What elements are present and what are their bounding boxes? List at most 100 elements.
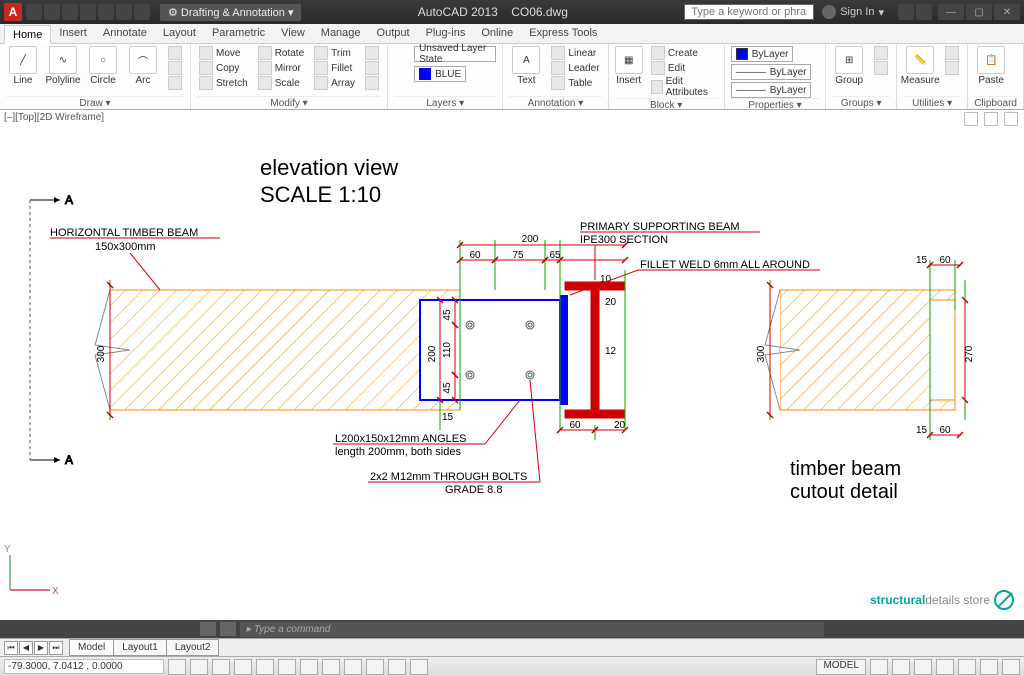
- editattr-button[interactable]: Edit Attributes: [649, 76, 718, 98]
- table-button[interactable]: Table: [549, 76, 601, 90]
- isolate-icon[interactable]: [980, 659, 998, 675]
- panel-layers-title[interactable]: Layers ▾: [394, 96, 496, 109]
- osnap-toggle[interactable]: [256, 659, 274, 675]
- trim-button[interactable]: Trim: [312, 46, 357, 60]
- explode-button[interactable]: [363, 61, 381, 75]
- tab-layout1[interactable]: Layout1: [113, 639, 167, 656]
- copy-button[interactable]: Copy: [197, 61, 250, 75]
- tab-insert[interactable]: Insert: [51, 24, 95, 43]
- move-button[interactable]: Move: [197, 46, 250, 60]
- tab-annotate[interactable]: Annotate: [95, 24, 155, 43]
- line-button[interactable]: ╱Line: [6, 46, 40, 86]
- exchange-icon[interactable]: [898, 4, 914, 20]
- measure-button[interactable]: 📏Measure: [903, 46, 937, 86]
- snap-toggle[interactable]: [168, 659, 186, 675]
- tab-model[interactable]: Model: [69, 639, 114, 656]
- command-input[interactable]: ▸ Type a command: [240, 622, 824, 637]
- tab-manage[interactable]: Manage: [313, 24, 369, 43]
- linear-button[interactable]: Linear: [549, 46, 601, 60]
- tab-last-icon[interactable]: ⏭: [49, 641, 63, 655]
- drawing-viewport[interactable]: [–][Top][2D Wireframe] elevation view SC…: [0, 110, 1024, 620]
- polyline-button[interactable]: ∿Polyline: [46, 46, 80, 86]
- rotate-button[interactable]: Rotate: [256, 46, 306, 60]
- grid-toggle[interactable]: [190, 659, 208, 675]
- sc-toggle[interactable]: [410, 659, 428, 675]
- linetype-combo[interactable]: ——— ByLayer: [731, 82, 812, 98]
- ungroup-button[interactable]: [872, 46, 890, 60]
- tab-output[interactable]: Output: [369, 24, 418, 43]
- erase-button[interactable]: [363, 46, 381, 60]
- paste-button[interactable]: 📋Paste: [974, 46, 1008, 86]
- array-button[interactable]: Array: [312, 76, 357, 90]
- calc-button[interactable]: [943, 61, 961, 75]
- offset-button[interactable]: [363, 76, 381, 90]
- edit-button[interactable]: Edit: [649, 61, 718, 75]
- annovis-icon[interactable]: [892, 659, 910, 675]
- tab-view[interactable]: View: [273, 24, 313, 43]
- tab-express[interactable]: Express Tools: [521, 24, 605, 43]
- create-button[interactable]: Create: [649, 46, 718, 60]
- lock-icon[interactable]: [936, 659, 954, 675]
- rect-button[interactable]: [166, 46, 184, 60]
- cmd-config-icon[interactable]: [220, 622, 236, 636]
- tab-online[interactable]: Online: [473, 24, 521, 43]
- app-logo[interactable]: A: [4, 3, 22, 21]
- polar-toggle[interactable]: [234, 659, 252, 675]
- workspace-selector[interactable]: ⚙ Drafting & Annotation ▾: [160, 4, 301, 21]
- mirror-button[interactable]: Mirror: [256, 61, 306, 75]
- layer-props-icon[interactable]: [394, 46, 412, 64]
- tab-home[interactable]: Home: [4, 25, 51, 44]
- layer-tools-icon[interactable]: [394, 66, 412, 84]
- hatch-button[interactable]: [166, 61, 184, 75]
- qat-undo-icon[interactable]: [116, 4, 132, 20]
- panel-draw-title[interactable]: Draw ▾: [6, 96, 184, 109]
- circle-button[interactable]: ○Circle: [86, 46, 120, 86]
- help-icon[interactable]: [916, 4, 932, 20]
- tab-prev-icon[interactable]: ◀: [19, 641, 33, 655]
- qp-toggle[interactable]: [388, 659, 406, 675]
- cmd-close-icon[interactable]: [200, 622, 216, 636]
- qat-open-icon[interactable]: [44, 4, 60, 20]
- tab-plugins[interactable]: Plug-ins: [418, 24, 474, 43]
- hardware-accel-icon[interactable]: [958, 659, 976, 675]
- tpy-toggle[interactable]: [366, 659, 384, 675]
- panel-modify-title[interactable]: Modify ▾: [197, 96, 381, 109]
- qat-saveas-icon[interactable]: [80, 4, 96, 20]
- help-search-input[interactable]: [684, 4, 814, 20]
- panel-groups-title[interactable]: Groups ▾: [832, 96, 890, 109]
- workspace-icon[interactable]: [914, 659, 932, 675]
- ducs-toggle[interactable]: [300, 659, 318, 675]
- tab-parametric[interactable]: Parametric: [204, 24, 273, 43]
- groupedit-button[interactable]: [872, 61, 890, 75]
- tab-layout[interactable]: Layout: [155, 24, 204, 43]
- spline-button[interactable]: [166, 76, 184, 90]
- signin-area[interactable]: Sign In ▾: [822, 5, 884, 19]
- layer-current-combo[interactable]: BLUE: [414, 66, 466, 82]
- color-combo[interactable]: ByLayer: [731, 46, 794, 62]
- panel-clipboard-title[interactable]: Clipboard: [974, 96, 1017, 109]
- arc-button[interactable]: ⌒Arc: [126, 46, 160, 86]
- qat-save-icon[interactable]: [62, 4, 78, 20]
- stretch-button[interactable]: Stretch: [197, 76, 250, 90]
- otrack-toggle[interactable]: [278, 659, 296, 675]
- leader-button[interactable]: Leader: [549, 61, 601, 75]
- model-space-toggle[interactable]: MODEL: [816, 659, 866, 675]
- panel-annotation-title[interactable]: Annotation ▾: [509, 96, 601, 109]
- annoscale-icon[interactable]: [870, 659, 888, 675]
- group-button[interactable]: ⊞Group: [832, 46, 866, 86]
- dyn-toggle[interactable]: [322, 659, 340, 675]
- clean-screen-icon[interactable]: [1002, 659, 1020, 675]
- lwt-toggle[interactable]: [344, 659, 362, 675]
- qat-new-icon[interactable]: [26, 4, 42, 20]
- minimize-button[interactable]: —: [938, 4, 964, 20]
- maximize-button[interactable]: ▢: [966, 4, 992, 20]
- qat-redo-icon[interactable]: [134, 4, 150, 20]
- insert-button[interactable]: ▦Insert: [615, 46, 643, 86]
- lineweight-combo[interactable]: ——— ByLayer: [731, 64, 812, 80]
- tab-first-icon[interactable]: ⏮: [4, 641, 18, 655]
- scale-button[interactable]: Scale: [256, 76, 306, 90]
- select-button[interactable]: [943, 46, 961, 60]
- ortho-toggle[interactable]: [212, 659, 230, 675]
- layer-state-combo[interactable]: Unsaved Layer State: [414, 46, 496, 62]
- tab-next-icon[interactable]: ▶: [34, 641, 48, 655]
